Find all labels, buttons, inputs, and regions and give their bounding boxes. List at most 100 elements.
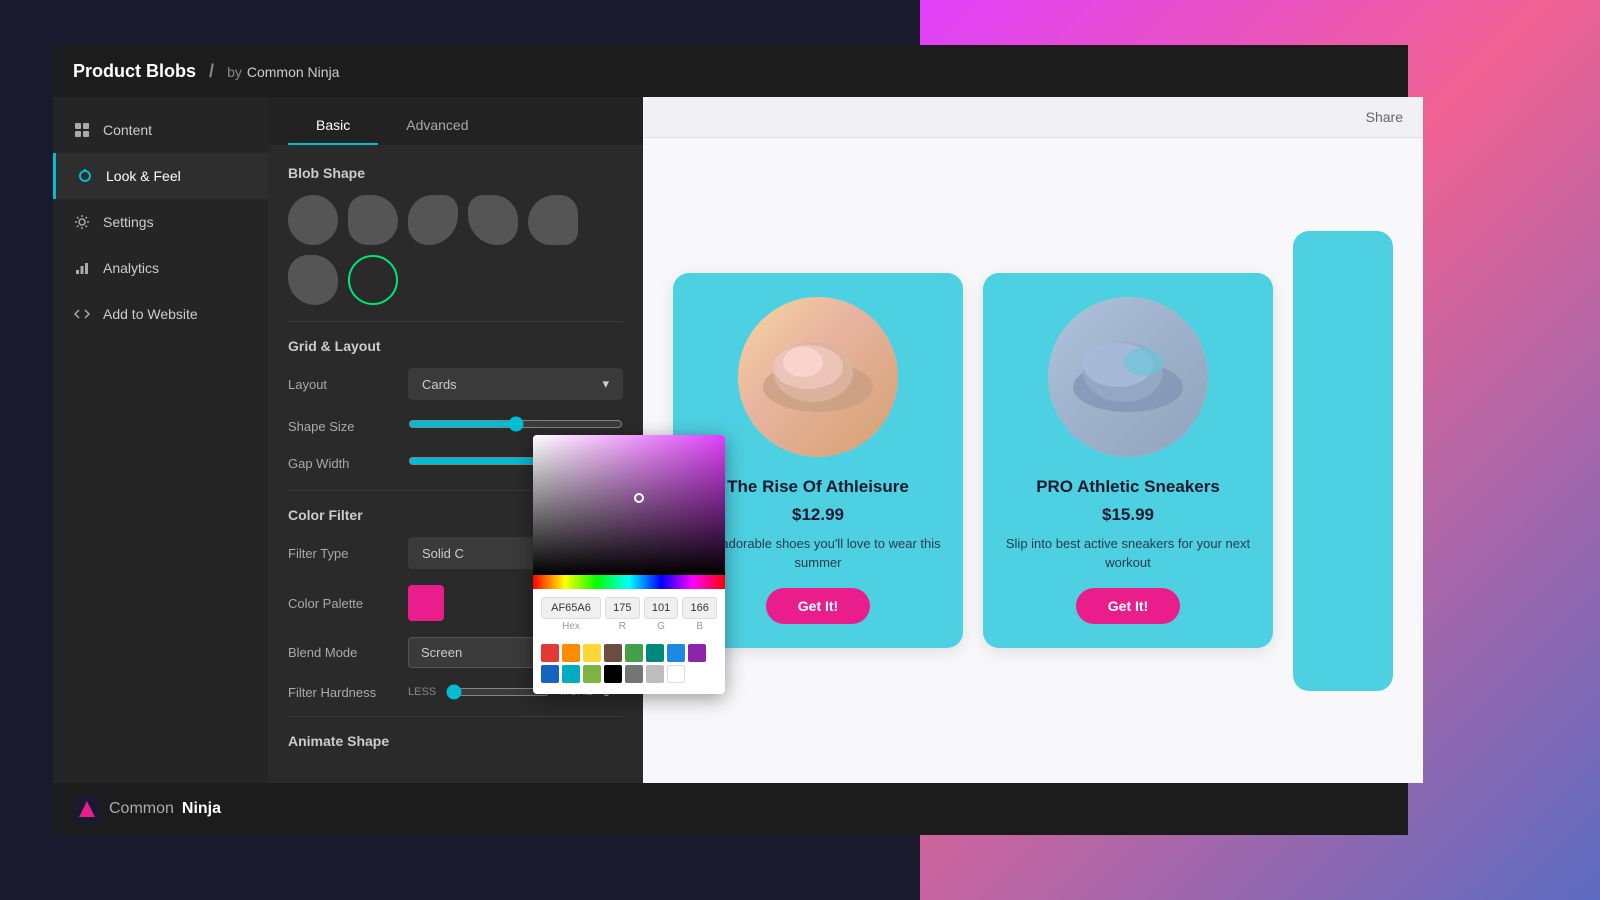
header-separator: / bbox=[209, 61, 214, 81]
product-price-1: $12.99 bbox=[792, 505, 844, 525]
filter-hardness-label: Filter Hardness bbox=[288, 685, 408, 700]
sidebar-item-add-to-website[interactable]: Add to Website bbox=[53, 291, 268, 337]
blob-shape-5[interactable] bbox=[528, 195, 578, 245]
swatch-blue[interactable] bbox=[667, 644, 685, 662]
swatch-teal[interactable] bbox=[646, 644, 664, 662]
gear-icon bbox=[73, 213, 91, 231]
gap-width-label: Gap Width bbox=[288, 456, 408, 471]
shape-size-slider[interactable] bbox=[408, 416, 623, 432]
swatch-yellow[interactable] bbox=[583, 644, 601, 662]
footer-brand: CommonNinja bbox=[73, 795, 221, 823]
chevron-down-icon: ▾ bbox=[602, 376, 609, 392]
r-input-group: R bbox=[605, 597, 640, 632]
b-label: B bbox=[696, 621, 703, 632]
sidebar: Content Look & Feel Sett bbox=[53, 97, 268, 783]
product-img-placeholder-1 bbox=[738, 297, 898, 457]
product-card-2: PRO Athletic Sneakers $15.99 Slip into b… bbox=[983, 273, 1273, 647]
color-palette-label: Color Palette bbox=[288, 596, 408, 611]
b-input-group: B bbox=[682, 597, 717, 632]
r-label: R bbox=[619, 621, 626, 632]
b-input[interactable] bbox=[682, 597, 717, 619]
sidebar-add-to-website-label: Add to Website bbox=[103, 306, 198, 322]
color-swatches bbox=[533, 640, 725, 694]
brush-icon bbox=[76, 167, 94, 185]
swatch-dark-blue[interactable] bbox=[541, 665, 559, 683]
get-it-button-2[interactable]: Get It! bbox=[1076, 588, 1180, 624]
swatch-brown[interactable] bbox=[604, 644, 622, 662]
color-gradient-picker[interactable] bbox=[533, 435, 725, 575]
sidebar-look-feel-label: Look & Feel bbox=[106, 168, 181, 184]
preview-header: Share bbox=[643, 97, 1423, 138]
swatch-cyan[interactable] bbox=[562, 665, 580, 683]
g-input[interactable] bbox=[644, 597, 679, 619]
shape-size-row: Shape Size bbox=[288, 416, 623, 437]
tab-advanced[interactable]: Advanced bbox=[378, 107, 496, 145]
g-label: G bbox=[657, 621, 665, 632]
product-desc-2: Slip into best active sneakers for your … bbox=[1003, 535, 1253, 571]
sidebar-item-settings[interactable]: Settings bbox=[53, 199, 268, 245]
swatch-gray[interactable] bbox=[625, 665, 643, 683]
swatch-purple[interactable] bbox=[688, 644, 706, 662]
hex-input[interactable] bbox=[541, 597, 601, 619]
sidebar-settings-label: Settings bbox=[103, 214, 154, 230]
swatch-black[interactable] bbox=[604, 665, 622, 683]
blob-shape-outline[interactable] bbox=[348, 255, 398, 305]
blob-shape-6[interactable] bbox=[288, 255, 338, 305]
code-icon bbox=[73, 305, 91, 323]
blob-shape-1[interactable] bbox=[288, 195, 338, 245]
g-input-group: G bbox=[644, 597, 679, 632]
sidebar-item-look-feel[interactable]: Look & Feel bbox=[53, 153, 268, 199]
app-title: Product Blobs / by Common Ninja bbox=[73, 61, 339, 82]
layout-dropdown[interactable]: Cards ▾ bbox=[408, 368, 623, 400]
color-swatch[interactable] bbox=[408, 585, 444, 621]
hue-slider[interactable] bbox=[533, 575, 725, 589]
swatch-green[interactable] bbox=[625, 644, 643, 662]
product-title-1: The Rise Of Athleisure bbox=[727, 477, 909, 497]
tab-basic[interactable]: Basic bbox=[288, 107, 378, 145]
animate-shape-title: Animate Shape bbox=[288, 733, 623, 749]
swatch-light-gray[interactable] bbox=[646, 665, 664, 683]
swatch-red[interactable] bbox=[541, 644, 559, 662]
swatch-row-2 bbox=[541, 665, 717, 683]
color-inputs: Hex R G B bbox=[533, 589, 725, 640]
main-body: Content Look & Feel Sett bbox=[53, 97, 1408, 783]
product-title-2: PRO Athletic Sneakers bbox=[1036, 477, 1220, 497]
ninja-logo-icon bbox=[77, 799, 97, 819]
product-card-partial bbox=[1293, 231, 1393, 691]
sidebar-content-label: Content bbox=[103, 122, 152, 138]
swatch-empty bbox=[688, 665, 706, 683]
shoe-svg-2 bbox=[1048, 297, 1208, 457]
divider-3 bbox=[288, 716, 623, 717]
chart-icon bbox=[73, 259, 91, 277]
sidebar-item-analytics[interactable]: Analytics bbox=[53, 245, 268, 291]
blob-shapes-container bbox=[288, 195, 623, 305]
grid-icon bbox=[73, 121, 91, 139]
footer-logo bbox=[73, 795, 101, 823]
blob-shape-4[interactable] bbox=[468, 195, 518, 245]
blob-shape-2[interactable] bbox=[348, 195, 398, 245]
footer-brand-name: Ninja bbox=[182, 800, 221, 818]
layout-row: Layout Cards ▾ bbox=[288, 368, 623, 400]
divider-1 bbox=[288, 321, 623, 322]
share-button[interactable]: Share bbox=[1366, 109, 1403, 125]
swatch-orange[interactable] bbox=[562, 644, 580, 662]
layout-control: Cards ▾ bbox=[408, 368, 623, 400]
app-footer: CommonNinja bbox=[53, 783, 1408, 835]
sidebar-item-content[interactable]: Content bbox=[53, 107, 268, 153]
blob-shape-3[interactable] bbox=[408, 195, 458, 245]
app-title-text: Product Blobs bbox=[73, 61, 196, 81]
tabs-bar: Basic Advanced bbox=[268, 97, 643, 145]
shoe-svg-1 bbox=[738, 297, 898, 457]
app-header: Product Blobs / by Common Ninja bbox=[53, 45, 1408, 97]
grid-layout-title: Grid & Layout bbox=[288, 338, 623, 354]
blend-mode-label: Blend Mode bbox=[288, 645, 408, 660]
swatch-light-green[interactable] bbox=[583, 665, 601, 683]
color-picker-popup[interactable]: Hex R G B bbox=[533, 435, 725, 694]
preview-content: The Rise Of Athleisure $12.99 The adorab… bbox=[643, 138, 1423, 783]
blob-shape-title: Blob Shape bbox=[288, 165, 623, 181]
shape-size-label: Shape Size bbox=[288, 419, 408, 434]
r-input[interactable] bbox=[605, 597, 640, 619]
get-it-button-1[interactable]: Get It! bbox=[766, 588, 870, 624]
header-by: by bbox=[227, 64, 242, 80]
swatch-white[interactable] bbox=[667, 665, 685, 683]
